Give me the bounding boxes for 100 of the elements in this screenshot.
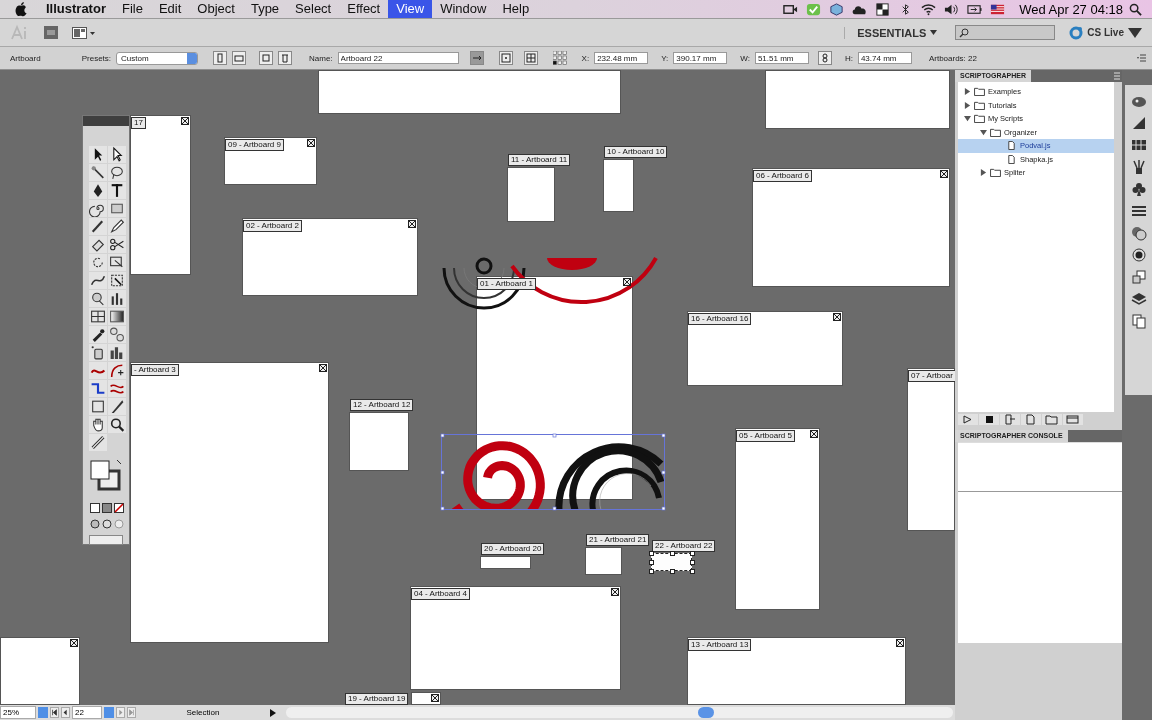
type-icon[interactable]	[108, 182, 126, 199]
warp-icon[interactable]	[89, 272, 107, 289]
brush-icon[interactable]	[89, 218, 107, 235]
horizontal-scrollbar[interactable]	[286, 707, 953, 718]
cs-live-icon[interactable]	[1069, 25, 1084, 40]
transform-icon[interactable]	[108, 272, 126, 289]
artboard[interactable]	[687, 637, 906, 705]
caret-icon[interactable]	[930, 30, 938, 35]
resize-handle[interactable]	[669, 551, 675, 556]
new-artboard-button[interactable]	[259, 51, 274, 65]
club-icon[interactable]	[1130, 181, 1147, 197]
flag-icon[interactable]	[990, 2, 1006, 16]
draw-behind-icon[interactable]	[102, 519, 112, 529]
fill-stroke-icon[interactable]	[89, 459, 123, 493]
checkmark-icon[interactable]	[806, 2, 822, 16]
triangle-icon[interactable]	[270, 708, 276, 717]
wand-icon[interactable]	[89, 164, 107, 181]
battery-icon[interactable]	[967, 2, 983, 16]
folder-icon[interactable]	[1042, 414, 1062, 425]
scale-icon[interactable]	[108, 254, 126, 271]
presets-dropdown[interactable]: Custom	[116, 51, 199, 65]
expanded-triangle-icon[interactable]	[980, 128, 987, 136]
bar-graph-icon[interactable]	[108, 290, 126, 307]
spiral-artwork-drawing[interactable]	[441, 434, 665, 510]
curve-plus-icon[interactable]	[108, 362, 126, 379]
artboard[interactable]	[130, 362, 329, 643]
screen-mode-icon[interactable]	[89, 535, 123, 545]
apple-icon[interactable]	[14, 1, 28, 17]
artboard[interactable]	[507, 167, 555, 222]
width-icon[interactable]	[89, 362, 107, 379]
close-icon[interactable]	[431, 694, 439, 702]
video-camera-icon[interactable]	[783, 2, 799, 16]
eraser-icon[interactable]	[89, 236, 107, 253]
eyedropper-icon[interactable]	[89, 326, 107, 343]
blend-icon[interactable]	[108, 326, 126, 343]
constrain-proportions-button[interactable]	[817, 51, 832, 65]
artboard[interactable]	[318, 70, 621, 114]
menu-item[interactable]: Edit	[150, 0, 190, 18]
artboard[interactable]	[349, 412, 409, 471]
wave-icon[interactable]	[108, 380, 126, 397]
wifi-icon[interactable]	[921, 2, 937, 16]
landscape-button[interactable]	[232, 51, 247, 65]
brushes-icon[interactable]	[1130, 159, 1147, 175]
first-page-icon[interactable]	[50, 707, 59, 718]
resize-handle[interactable]	[669, 569, 675, 574]
close-icon[interactable]	[319, 364, 327, 372]
artboard[interactable]	[765, 70, 950, 129]
menu-item[interactable]: Window	[432, 0, 495, 18]
pen-icon[interactable]	[89, 182, 107, 199]
expanded-triangle-icon[interactable]	[964, 115, 971, 123]
layers-icon[interactable]	[1130, 291, 1147, 307]
layout-icon[interactable]	[72, 26, 96, 39]
reference-grid-icon[interactable]	[552, 51, 567, 65]
artboard[interactable]	[603, 159, 634, 212]
panel-menu-icon[interactable]	[1137, 54, 1146, 62]
gradient-swatch-icon[interactable]	[102, 503, 112, 513]
artboards-icon[interactable]	[1130, 313, 1147, 329]
menu-item[interactable]: Select	[287, 0, 340, 18]
collapsed-triangle-icon[interactable]	[964, 101, 971, 109]
pencil-icon[interactable]	[108, 218, 126, 235]
zoom-field[interactable]: 25%	[0, 706, 36, 719]
swatches-icon[interactable]	[1130, 137, 1147, 153]
cs-live-menu[interactable]: CS Live	[1087, 27, 1124, 38]
reference-point-button[interactable]	[498, 51, 513, 65]
draw-mode-icon[interactable]	[90, 519, 100, 529]
collapsed-triangle-icon[interactable]	[980, 169, 987, 177]
console-icon[interactable]	[1063, 414, 1083, 425]
close-icon[interactable]	[623, 278, 631, 286]
stroke-icon[interactable]	[1130, 203, 1147, 219]
previous-page-icon[interactable]	[61, 707, 70, 718]
transparency-icon[interactable]	[1130, 225, 1147, 241]
none-icon[interactable]	[114, 503, 124, 513]
artboard-number-field[interactable]: 22	[72, 706, 102, 719]
artboard[interactable]	[480, 556, 531, 569]
menu-item[interactable]: File	[113, 0, 151, 18]
artboard[interactable]	[687, 311, 843, 386]
spiral-icon[interactable]	[89, 200, 107, 217]
appearance-icon[interactable]	[1130, 247, 1147, 263]
scissors-icon[interactable]	[108, 236, 126, 253]
artboard[interactable]	[0, 637, 80, 705]
mesh-icon[interactable]	[89, 308, 107, 325]
menu-item[interactable]: Illustrator	[38, 0, 114, 18]
artboard[interactable]	[585, 547, 622, 575]
artboard-name-field[interactable]: Artboard 22	[337, 52, 459, 64]
move-artwork-button[interactable]	[469, 51, 484, 65]
rotate-icon[interactable]	[89, 254, 107, 271]
gradient-icon[interactable]	[108, 308, 126, 325]
workspace-switcher[interactable]: ESSENTIALS	[844, 26, 927, 39]
menu-bar-clock[interactable]: Wed Apr 27 04:18	[1019, 1, 1123, 17]
grid-icon[interactable]	[875, 2, 891, 16]
hand-icon[interactable]	[89, 416, 107, 433]
coordinate-field[interactable]: 232.48 mm	[594, 52, 649, 64]
artboard[interactable]	[242, 218, 418, 296]
menu-item[interactable]: Effect	[339, 0, 389, 18]
box-icon[interactable]	[829, 2, 845, 16]
search-field[interactable]	[955, 25, 1056, 40]
close-icon[interactable]	[307, 139, 315, 147]
play-icon[interactable]	[958, 414, 978, 425]
close-icon[interactable]	[810, 430, 818, 438]
close-icon[interactable]	[833, 313, 841, 321]
